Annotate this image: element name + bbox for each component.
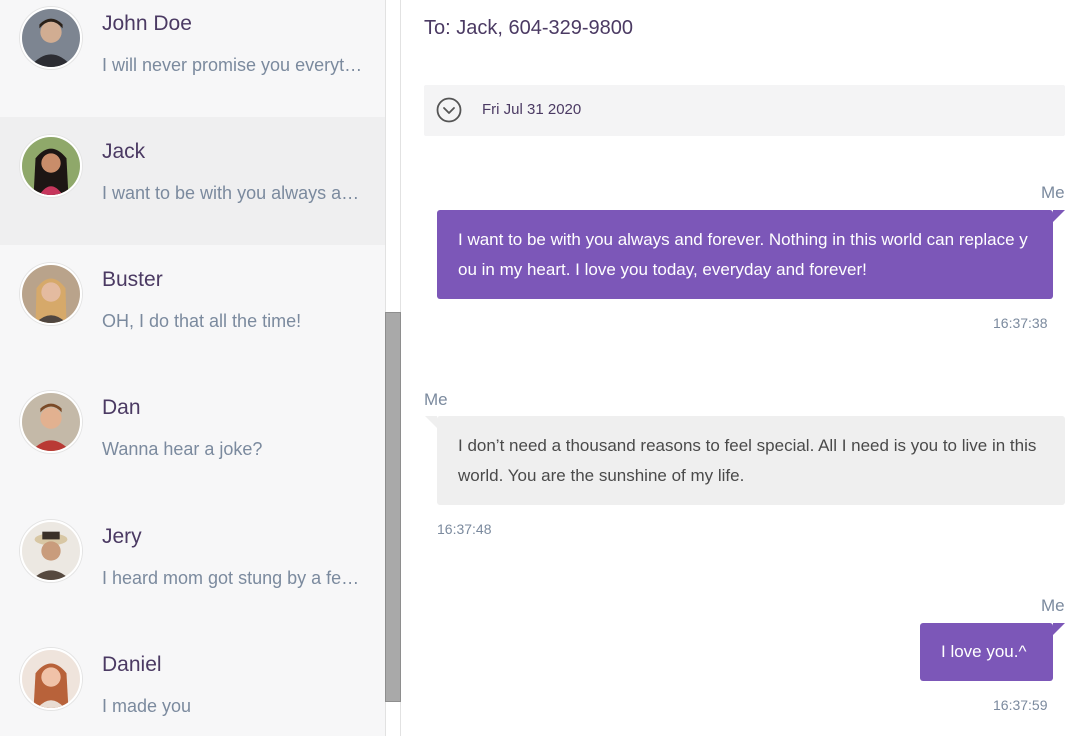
avatar: [20, 520, 82, 582]
date-label: Fri Jul 31 2020: [482, 101, 582, 118]
date-separator: Fri Jul 31 2020: [424, 85, 1065, 136]
contact-preview: I heard mom got stung by a few bees: [102, 568, 364, 588]
contact-preview: I want to be with you always and forever…: [102, 183, 364, 203]
avatar: [20, 263, 82, 325]
chat-recipient-header: To: Jack, 604-329-9800: [424, 17, 634, 39]
bubble-tail: [425, 416, 437, 428]
sidebar-scrollbar-thumb[interactable]: [385, 312, 401, 702]
message-sender: Me: [1041, 596, 1065, 615]
contact-preview: OH, I do that all the time!: [102, 311, 302, 331]
avatar: [20, 7, 82, 69]
contact-preview: I will never promise you everything I ca…: [102, 55, 364, 75]
contact-name: Jack: [102, 140, 146, 163]
message-bubble-outgoing: I love you.^: [920, 623, 1053, 681]
chevron-down-circle-icon[interactable]: [436, 97, 462, 123]
contact-name: Dan: [102, 396, 141, 419]
avatar: [20, 391, 82, 453]
message-sender: Me: [1041, 183, 1065, 202]
avatar: [20, 648, 82, 710]
contact-preview: Wanna hear a joke?: [102, 439, 263, 459]
bubble-tail: [1053, 623, 1065, 635]
contact-jery[interactable]: Jery I heard mom got stung by a few bees: [0, 502, 385, 630]
contact-name: Buster: [102, 268, 163, 291]
contact-name: Jery: [102, 525, 142, 548]
contact-preview: I made you: [102, 696, 192, 716]
bubble-tail: [1053, 210, 1065, 222]
avatar: [20, 135, 82, 197]
chat-panel: To: Jack, 604-329-9800 Fri Jul 31 2020 M…: [401, 0, 1080, 736]
contact-name: John Doe: [102, 12, 192, 35]
message-sender: Me: [424, 390, 448, 409]
message-time: 16:37:59: [993, 697, 1048, 713]
contact-john-doe[interactable]: John Doe I will never promise you everyt…: [0, 0, 385, 117]
message-time: 16:37:38: [993, 315, 1048, 331]
contact-jack[interactable]: Jack I want to be with you always and fo…: [0, 117, 385, 245]
contact-buster[interactable]: Buster OH, I do that all the time!: [0, 245, 385, 373]
contact-name: Daniel: [102, 653, 162, 676]
contact-daniel[interactable]: Daniel I made you: [0, 630, 385, 736]
contact-list: John Doe I will never promise you everyt…: [0, 0, 385, 736]
message-time: 16:37:48: [437, 521, 492, 537]
contact-dan[interactable]: Dan Wanna hear a joke?: [0, 373, 385, 501]
message-bubble-incoming: I don’t need a thousand reasons to feel …: [437, 416, 1065, 505]
message-bubble-outgoing: I want to be with you always and forever…: [437, 210, 1053, 299]
